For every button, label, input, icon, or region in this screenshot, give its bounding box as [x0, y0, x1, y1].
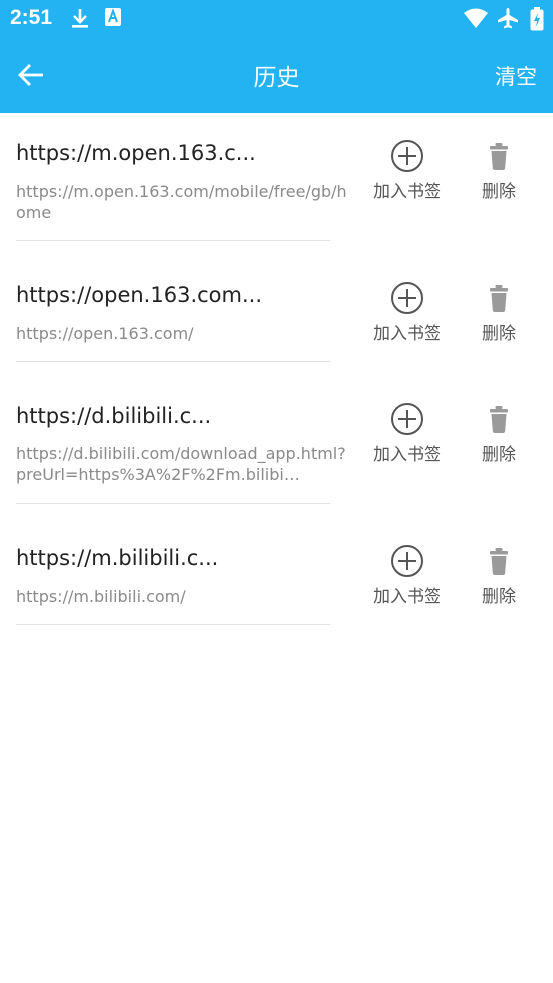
- row-divider: [16, 503, 330, 504]
- history-list: https://m.open.163.c... https://m.open.1…: [0, 113, 553, 639]
- battery-icon: [530, 7, 544, 35]
- history-item[interactable]: https://open.163.com... https://open.163…: [0, 255, 553, 376]
- add-bookmark-button[interactable]: 加入书签: [366, 544, 448, 607]
- delete-label: 删除: [482, 182, 516, 202]
- add-bookmark-label: 加入书签: [373, 587, 441, 607]
- add-circle-icon: [391, 282, 423, 314]
- history-item[interactable]: https://m.open.163.c... https://m.open.1…: [0, 113, 553, 255]
- a-badge-icon: [104, 7, 122, 31]
- delete-label: 删除: [482, 324, 516, 344]
- add-bookmark-label: 加入书签: [373, 324, 441, 344]
- trash-icon: [490, 143, 508, 170]
- history-item-url: https://open.163.com/: [16, 324, 194, 343]
- status-time: 2:51: [10, 6, 53, 29]
- add-bookmark-label: 加入书签: [373, 445, 441, 465]
- delete-label: 删除: [482, 587, 516, 607]
- history-item-url: https://d.bilibili.com/download_app.html…: [16, 444, 346, 484]
- history-item-url: https://m.open.163.com/mobile/free/gb/ho…: [16, 182, 347, 222]
- trash-icon: [490, 285, 508, 312]
- history-item[interactable]: https://d.bilibili.c... https://d.bilibi…: [0, 376, 553, 518]
- add-bookmark-button[interactable]: 加入书签: [366, 139, 448, 202]
- download-icon: [70, 7, 90, 33]
- trash-icon: [490, 548, 508, 575]
- history-item-title: https://open.163.com...: [16, 283, 262, 307]
- row-divider: [16, 240, 330, 241]
- history-item-title: https://d.bilibili.c...: [16, 404, 212, 428]
- wifi-icon: [463, 7, 489, 33]
- add-circle-icon: [391, 403, 423, 435]
- history-item-title: https://m.open.163.c...: [16, 141, 256, 165]
- add-bookmark-button[interactable]: 加入书签: [366, 402, 448, 465]
- add-circle-icon: [391, 545, 423, 577]
- add-bookmark-label: 加入书签: [373, 182, 441, 202]
- add-bookmark-button[interactable]: 加入书签: [366, 281, 448, 344]
- delete-button[interactable]: 删除: [472, 281, 526, 344]
- airplane-icon: [497, 7, 519, 33]
- status-bar: 2:51: [0, 0, 553, 38]
- clear-button[interactable]: 清空: [495, 61, 537, 91]
- add-circle-icon: [391, 140, 423, 172]
- page-title: 历史: [253, 65, 300, 91]
- row-divider: [16, 361, 330, 362]
- row-divider: [16, 624, 330, 625]
- delete-button[interactable]: 删除: [472, 139, 526, 202]
- history-item-url: https://m.bilibili.com/: [16, 587, 186, 606]
- app-bar: 2:51 历史 清空: [0, 0, 553, 113]
- history-item[interactable]: https://m.bilibili.c... https://m.bilibi…: [0, 518, 553, 639]
- delete-button[interactable]: 删除: [472, 544, 526, 607]
- trash-icon: [490, 406, 508, 433]
- delete-button[interactable]: 删除: [472, 402, 526, 465]
- delete-label: 删除: [482, 445, 516, 465]
- history-item-title: https://m.bilibili.c...: [16, 546, 219, 570]
